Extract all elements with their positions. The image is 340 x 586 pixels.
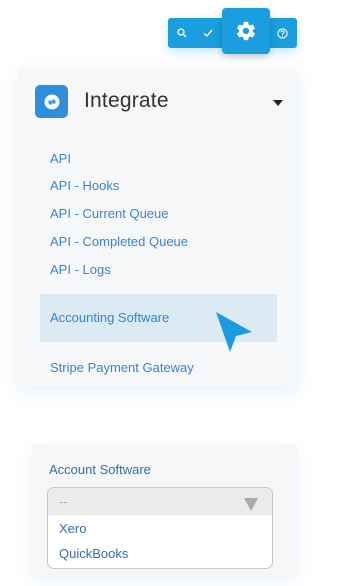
menu-link-stripe-payment-gateway[interactable]: Stripe Payment Gateway (50, 360, 194, 375)
gear-icon (237, 21, 255, 41)
menu-link-api-logs[interactable]: API - Logs (50, 262, 111, 277)
account-software-label: Account Software (49, 462, 151, 477)
menu-link-api-completed-queue[interactable]: API - Completed Queue (50, 234, 188, 249)
option-xero[interactable]: Xero (59, 521, 86, 536)
mouse-pointer-icon (216, 312, 252, 352)
menu-link-api-hooks[interactable]: API - Hooks (50, 178, 119, 193)
check-button[interactable] (196, 18, 220, 48)
settings-button[interactable] (222, 8, 270, 54)
integrate-header[interactable]: Integrate (18, 68, 298, 140)
sync-icon (44, 94, 59, 109)
panel-title: Integrate (84, 89, 169, 112)
menu-item-label: Accounting Software (50, 310, 170, 325)
integrate-panel: Integrate API API - Hooks API - Current … (18, 68, 298, 386)
check-icon (203, 29, 213, 37)
option-quickbooks[interactable]: QuickBooks (59, 546, 128, 561)
select-value: -- (59, 494, 68, 509)
menu-link-api[interactable]: API (50, 151, 71, 166)
top-toolbar (168, 8, 297, 54)
help-button[interactable] (270, 18, 294, 48)
select-current[interactable]: -- (48, 488, 272, 515)
app-icon (35, 85, 68, 118)
account-software-panel: Account Software -- Xero QuickBooks (32, 444, 298, 576)
menu-link-api-current-queue[interactable]: API - Current Queue (50, 206, 169, 221)
account-software-select[interactable]: -- Xero QuickBooks (47, 487, 273, 569)
chevron-down-icon[interactable] (273, 100, 283, 106)
search-button[interactable] (170, 18, 194, 48)
search-icon (177, 28, 187, 38)
help-icon (276, 27, 288, 39)
dropdown-arrow-icon[interactable] (244, 498, 258, 511)
